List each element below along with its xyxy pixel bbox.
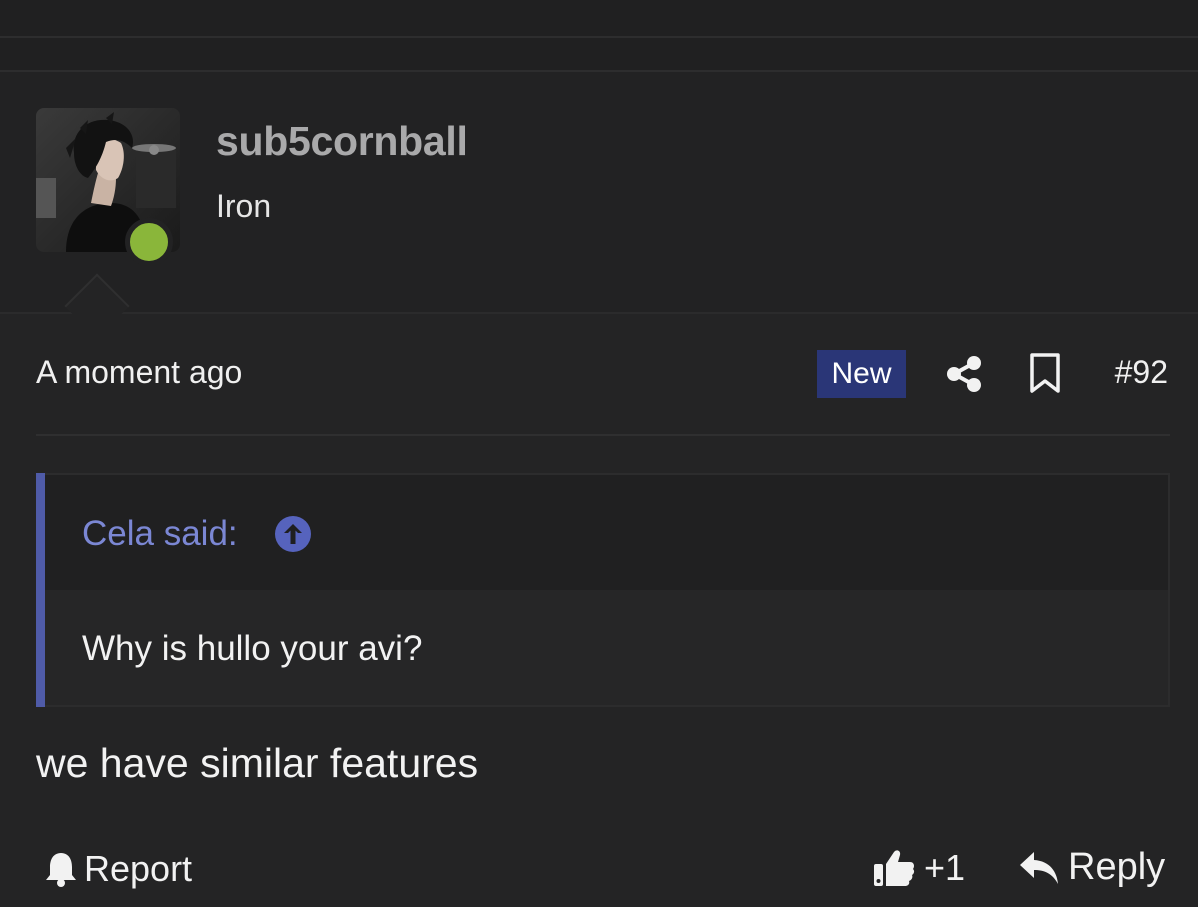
post-timestamp[interactable]: A moment ago [36,354,242,391]
reply-button[interactable]: Reply [1018,846,1165,889]
second-band [0,38,1198,70]
report-label: Report [84,848,193,889]
new-badge: New [817,350,906,398]
bookmark-icon[interactable] [1028,352,1062,394]
bell-icon [46,853,76,887]
arrow-up-icon[interactable] [274,515,312,553]
user-panel-divider [0,312,1198,314]
reply-icon [1020,851,1058,884]
meta-divider [36,434,1170,436]
post-message: we have similar features [36,740,479,786]
quote-accent-bar [36,473,45,707]
report-button[interactable]: Report [44,848,192,890]
thumbs-up-icon [874,850,915,886]
post-number-link[interactable]: #92 [1115,354,1168,391]
username-link[interactable]: sub5cornball [216,118,468,165]
share-icon[interactable] [944,354,984,394]
quote-author-link[interactable]: Cela said: [82,514,238,554]
user-title: Iron [216,188,272,224]
online-status-indicator [125,218,173,266]
like-count: +1 [924,847,966,888]
reply-label: Reply [1068,846,1166,888]
like-button[interactable]: +1 [872,846,965,890]
top-band [0,0,1198,36]
quote-text: Why is hullo your avi? [82,629,423,668]
